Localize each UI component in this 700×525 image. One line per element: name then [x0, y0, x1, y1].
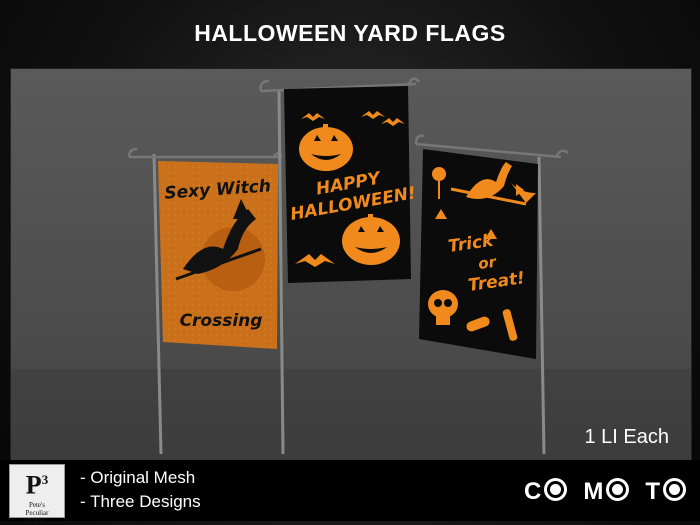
- feature-item: - Three Designs: [80, 492, 201, 511]
- como-mo: M: [583, 478, 630, 506]
- flags-illustration: Sexy Witch Crossing HAPPY HALLOWEEN! Tri…: [11, 77, 691, 461]
- page-title: HALLOWEEN YARD FLAGS: [194, 20, 506, 46]
- brand-logo: P3 Pete's Peculiar Pieces: [9, 464, 65, 525]
- logo-subtext-1: Pete's: [28, 500, 46, 509]
- como-co: C: [524, 478, 568, 506]
- footer-bar: P3 Pete's Peculiar Pieces - Original Mes…: [0, 460, 700, 525]
- product-scene: Sexy Witch Crossing HAPPY HALLOWEEN! Tri…: [10, 68, 692, 462]
- como-to: T: [645, 478, 686, 506]
- circle-o-icon: [663, 478, 686, 501]
- circle-o-icon: [544, 478, 568, 501]
- como-badge: C M T: [524, 478, 686, 506]
- witch-flag-line2: Crossing: [180, 311, 263, 331]
- feature-item: - Original Mesh: [80, 468, 196, 487]
- feature-list: - Original Mesh - Three Designs: [80, 466, 201, 514]
- land-impact-label: 1 LI Each: [584, 426, 669, 448]
- circle-o-icon: [606, 478, 630, 501]
- logo-mark: P3: [25, 470, 49, 500]
- logo-subtext-2: Peculiar: [25, 508, 49, 517]
